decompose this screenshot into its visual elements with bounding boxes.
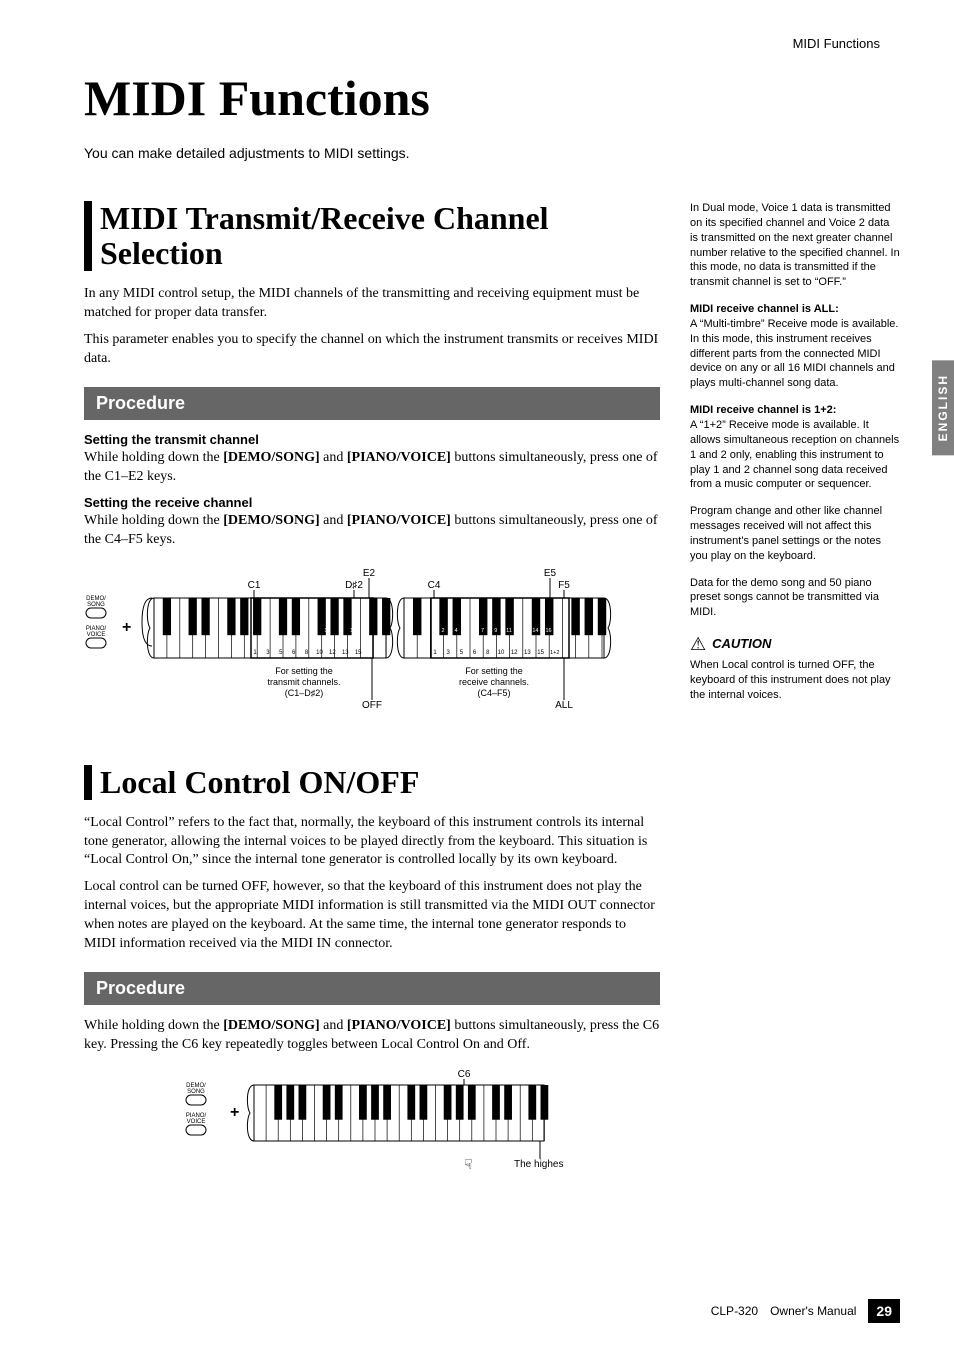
button-ref: [DEMO/SONG] — [223, 513, 319, 528]
body-para: In any MIDI control setup, the MIDI chan… — [84, 285, 660, 323]
text: While holding down the — [84, 513, 223, 528]
keyboard-figure-channels: DEMO/SONG PIANO/VOICE + — [84, 562, 660, 737]
sub-heading-receive: Setting the receive channel — [84, 495, 660, 510]
caution-body: When Local control is turned OFF, the ke… — [690, 658, 900, 703]
svg-text:13: 13 — [524, 650, 531, 656]
side-note: Program change and other like channel me… — [690, 504, 900, 563]
svg-text:15: 15 — [355, 650, 362, 656]
body-para: While holding down the [DEMO/SONG] and [… — [84, 1017, 660, 1055]
button-ref: [PIANO/VOICE] — [347, 450, 451, 465]
svg-text:13: 13 — [342, 650, 349, 656]
svg-text:F5: F5 — [558, 580, 570, 591]
svg-text:9: 9 — [494, 628, 497, 634]
caution-label: CAUTION — [712, 635, 771, 653]
text: While holding down the — [84, 450, 223, 465]
button-ref: [DEMO/SONG] — [223, 1018, 319, 1033]
svg-text:The highest key: The highest key — [514, 1159, 564, 1170]
svg-text:15: 15 — [537, 650, 544, 656]
svg-text:4: 4 — [455, 628, 458, 634]
svg-text:9: 9 — [313, 628, 316, 634]
side-note: MIDI receive channel is ALL:A “Multi-tim… — [690, 302, 900, 391]
button-ref: [PIANO/VOICE] — [347, 513, 451, 528]
button-ref: [DEMO/SONG] — [223, 450, 319, 465]
procedure-bar: Procedure — [84, 972, 660, 1005]
body-para: Local control can be turned OFF, however… — [84, 878, 660, 954]
svg-text:14: 14 — [532, 628, 538, 634]
svg-text:For setting the: For setting the — [465, 666, 523, 676]
sub-heading-transmit: Setting the transmit channel — [84, 432, 660, 447]
svg-text:SONG: SONG — [87, 602, 105, 608]
svg-text:10: 10 — [498, 650, 505, 656]
text: and — [320, 450, 347, 465]
warning-icon: ⚠ — [690, 632, 706, 656]
doc-name: Owner's Manual — [770, 1304, 856, 1318]
plus-icon: + — [122, 619, 131, 636]
page-number: 29 — [868, 1299, 900, 1323]
page-title: MIDI Functions — [84, 69, 900, 127]
svg-text:1+2: 1+2 — [550, 650, 559, 656]
svg-text:☟: ☟ — [464, 1156, 473, 1172]
svg-text:(C4–F5): (C4–F5) — [477, 688, 510, 698]
procedure-bar: Procedure — [84, 387, 660, 420]
svg-text:D♯2: D♯2 — [345, 580, 363, 591]
button-ref: [PIANO/VOICE] — [347, 1018, 451, 1033]
section-heading-transmit-receive: MIDI Transmit/Receive Channel Selection — [84, 201, 660, 271]
svg-text:ALL: ALL — [555, 700, 573, 711]
keyboard-figure-local-control: DEMO/SONG PIANO/VOICE + C6 — [84, 1067, 660, 1182]
svg-text:OFF: OFF — [362, 700, 382, 711]
body-para: While holding down the [DEMO/SONG] and [… — [84, 449, 660, 487]
svg-text:10: 10 — [316, 650, 323, 656]
section-heading-local-control: Local Control ON/OFF — [84, 765, 660, 800]
svg-text:receive channels.: receive channels. — [459, 677, 529, 687]
text: and — [320, 513, 347, 528]
svg-text:For setting the: For setting the — [275, 666, 333, 676]
svg-text:E5: E5 — [544, 568, 557, 579]
intro-text: You can make detailed adjustments to MID… — [84, 145, 900, 161]
svg-text:2: 2 — [261, 628, 264, 634]
side-notes: In Dual mode, Voice 1 data is transmitte… — [690, 201, 900, 1210]
model-number: CLP-320 — [711, 1304, 758, 1318]
page-footer: CLP-320 Owner's Manual 29 — [711, 1299, 900, 1323]
svg-text:11: 11 — [506, 628, 512, 634]
svg-text:2: 2 — [441, 628, 444, 634]
svg-text:7: 7 — [481, 628, 484, 634]
side-note: In Dual mode, Voice 1 data is transmitte… — [690, 201, 900, 290]
svg-text:VOICE: VOICE — [87, 632, 106, 638]
svg-text:SONG: SONG — [187, 1089, 205, 1095]
body-para: This parameter enables you to specify th… — [84, 331, 660, 369]
svg-text:C1: C1 — [248, 580, 261, 591]
language-tab: ENGLISH — [932, 360, 954, 455]
body-para: “Local Control” refers to the fact that,… — [84, 814, 660, 871]
text: While holding down the — [84, 1018, 223, 1033]
svg-text:(C1–D♯2): (C1–D♯2) — [285, 688, 324, 698]
caution-heading: ⚠ CAUTION — [690, 632, 900, 656]
text: and — [320, 1018, 347, 1033]
body-para: While holding down the [DEMO/SONG] and [… — [84, 512, 660, 550]
svg-text:4: 4 — [274, 628, 277, 634]
svg-text:16: 16 — [363, 628, 369, 634]
svg-text:C4: C4 — [428, 580, 441, 591]
svg-text:E2: E2 — [363, 568, 376, 579]
svg-text:16: 16 — [546, 628, 552, 634]
svg-text:7: 7 — [300, 628, 303, 634]
svg-text:12: 12 — [511, 650, 518, 656]
svg-text:+: + — [230, 1104, 239, 1121]
svg-text:14: 14 — [350, 628, 356, 634]
side-note: Data for the demo song and 50 piano pres… — [690, 576, 900, 621]
svg-text:VOICE: VOICE — [187, 1119, 206, 1125]
svg-text:12: 12 — [329, 650, 336, 656]
svg-text:C6: C6 — [458, 1069, 471, 1080]
svg-text:11: 11 — [324, 628, 330, 634]
side-note: MIDI receive channel is 1+2:A “1+2” Rece… — [690, 403, 900, 492]
svg-text:transmit channels.: transmit channels. — [267, 677, 340, 687]
running-header: MIDI Functions — [84, 36, 900, 51]
